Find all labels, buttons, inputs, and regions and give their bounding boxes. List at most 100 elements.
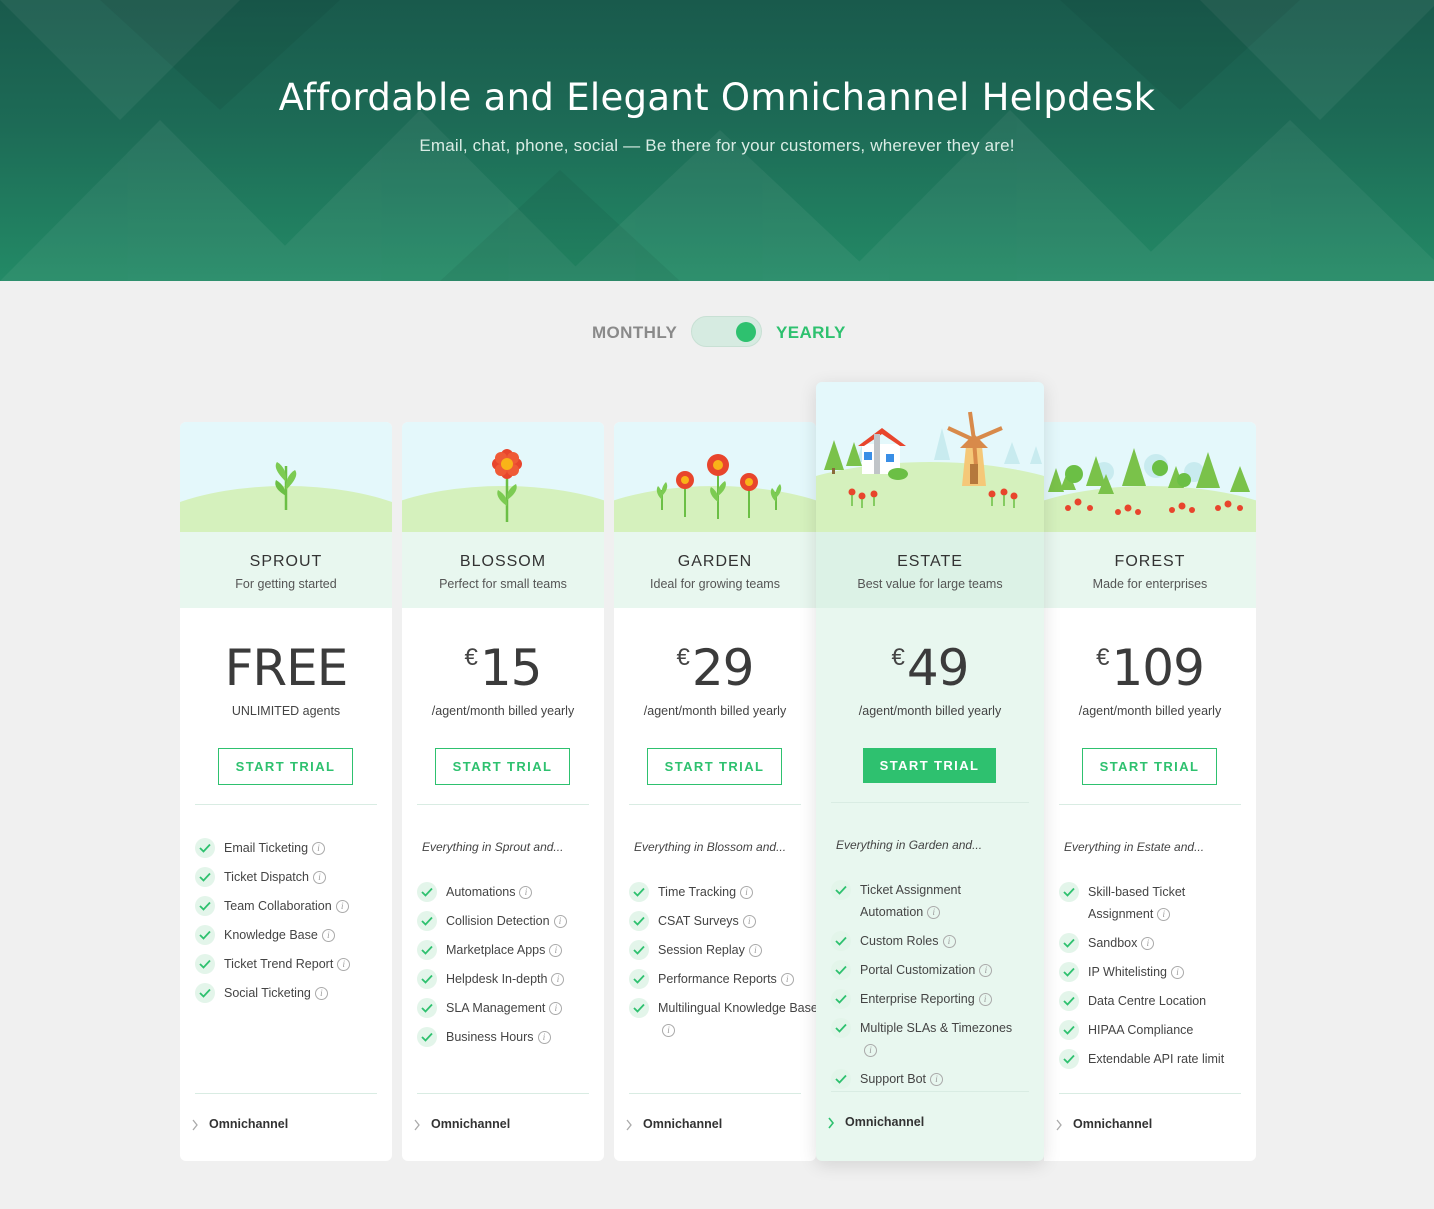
feature-label: Ticket Trend Report i [224, 953, 384, 975]
info-icon[interactable]: i [537, 1031, 551, 1045]
feature-label: Email Ticketing i [224, 837, 384, 859]
info-icon[interactable]: i [927, 906, 941, 920]
feature-item: HIPAA Compliance [1059, 1020, 1241, 1042]
plan-price: €109 [1044, 640, 1256, 696]
check-icon [831, 880, 851, 900]
feature-item: Helpdesk In-depth i [417, 969, 589, 991]
info-icon[interactable]: i [314, 987, 328, 1001]
info-icon[interactable]: i [662, 1024, 675, 1038]
info-icon[interactable]: i [1141, 937, 1155, 951]
divider [195, 804, 377, 805]
omnichannel-link[interactable]: Omnichannel [209, 1117, 288, 1131]
info-icon[interactable]: i [740, 886, 754, 900]
feature-label: Social Ticketing i [224, 982, 384, 1004]
feature-item: Enterprise Reporting i [831, 989, 1029, 1011]
plan-header: SPROUT For getting started [180, 532, 392, 608]
start-trial-button[interactable]: START TRIAL [863, 748, 996, 783]
plan-card-forest: FOREST Made for enterprises €109 /agent/… [1044, 422, 1256, 1161]
plan-card-estate: ESTATE Best value for large teams €49 /a… [816, 382, 1044, 1161]
info-icon[interactable]: i [1157, 908, 1171, 922]
plan-price: €15 [402, 640, 604, 696]
feature-item: CSAT Surveys i [629, 911, 801, 933]
info-icon[interactable]: i [337, 958, 351, 972]
info-icon[interactable]: i [1170, 966, 1184, 980]
plan-card-garden: GARDEN Ideal for growing teams €29 /agen… [614, 422, 816, 1161]
omnichannel-link[interactable]: Omnichannel [1073, 1117, 1152, 1131]
check-icon [195, 954, 215, 974]
info-icon[interactable]: i [553, 915, 567, 929]
info-icon[interactable]: i [549, 944, 563, 958]
feature-label: Data Centre Location [1088, 994, 1207, 1008]
plan-illustration [816, 382, 1044, 532]
feature-label: Knowledge Base i [224, 924, 384, 946]
feature-label: Ticket Dispatch i [224, 866, 384, 888]
info-icon[interactable]: i [321, 929, 335, 943]
check-icon [1059, 991, 1079, 1011]
info-icon[interactable]: i [549, 1002, 563, 1016]
billing-switch[interactable] [691, 316, 762, 347]
info-icon[interactable]: i [979, 964, 993, 978]
info-icon[interactable]: i [978, 993, 992, 1007]
feature-item: Automations i [417, 882, 589, 904]
info-icon[interactable]: i [312, 871, 326, 885]
omnichannel-link[interactable]: Omnichannel [845, 1115, 924, 1129]
plan-name: ESTATE [897, 553, 963, 570]
plan-illustration [1044, 422, 1256, 532]
feature-item: Email Ticketing i [195, 838, 377, 860]
check-icon [831, 960, 851, 980]
check-icon [1059, 882, 1079, 902]
divider [195, 1093, 377, 1094]
feature-label: Marketplace Apps i [446, 939, 604, 961]
feature-item: Ticket Assignment Automation i [831, 880, 1029, 924]
chevron-right-icon [1056, 1119, 1062, 1131]
feature-item: Multiple SLAs & Timezonesi [831, 1018, 1029, 1062]
plan-tagline: Ideal for growing teams [650, 577, 780, 591]
info-icon[interactable]: i [519, 886, 533, 900]
info-icon[interactable]: i [748, 944, 762, 958]
info-icon[interactable]: i [551, 973, 565, 987]
start-trial-button[interactable]: START TRIAL [647, 748, 782, 785]
divider [1059, 804, 1241, 805]
feature-item: Ticket Trend Report i [195, 954, 377, 976]
info-icon[interactable]: i [335, 900, 349, 914]
info-icon[interactable]: i [780, 973, 794, 987]
feature-label: Custom Roles i [860, 930, 1020, 952]
start-trial-button[interactable]: START TRIAL [1082, 748, 1217, 785]
plan-footer: Omnichannel [1044, 1116, 1256, 1136]
feature-item: Support Bot i [831, 1069, 1029, 1091]
plan-header: BLOSSOM Perfect for small teams [402, 532, 604, 608]
omnichannel-link[interactable]: Omnichannel [431, 1117, 510, 1131]
hero-banner: Affordable and Elegant Omnichannel Helpd… [0, 0, 1434, 281]
start-trial-button[interactable]: START TRIAL [435, 748, 570, 785]
start-trial-button[interactable]: START TRIAL [218, 748, 353, 785]
feature-item: Custom Roles i [831, 931, 1029, 953]
omnichannel-link[interactable]: Omnichannel [643, 1117, 722, 1131]
feature-item: Skill-based Ticket Assignment i [1059, 882, 1241, 926]
info-icon[interactable]: i [930, 1073, 944, 1087]
info-icon[interactable]: i [942, 935, 956, 949]
feature-item: Marketplace Apps i [417, 940, 589, 962]
plan-name: FOREST [1114, 553, 1186, 570]
yearly-label[interactable]: YEARLY [776, 323, 846, 343]
feature-label: HIPAA Compliance [1088, 1023, 1194, 1037]
price-unit: /agent/month billed yearly [1078, 704, 1222, 718]
feature-intro: Everything in Sprout and... [422, 840, 564, 854]
info-icon[interactable]: i [742, 915, 756, 929]
feature-item: Session Replay i [629, 940, 801, 962]
plan-tagline: Best value for large teams [857, 577, 1003, 591]
plan-footer: Omnichannel [402, 1116, 604, 1136]
plan-footer: Omnichannel [180, 1116, 392, 1136]
check-icon [417, 911, 437, 931]
feature-label: CSAT Surveys i [658, 910, 816, 932]
info-icon[interactable]: i [312, 842, 326, 856]
plan-header: FOREST Made for enterprises [1044, 532, 1256, 608]
info-icon[interactable]: i [864, 1044, 877, 1058]
price-unit: UNLIMITED agents [231, 704, 341, 718]
price-amount: 29 [691, 639, 755, 697]
chevron-right-icon [414, 1119, 420, 1131]
monthly-label[interactable]: MONTHLY [592, 323, 677, 343]
check-icon [195, 896, 215, 916]
feature-intro: Everything in Estate and... [1064, 840, 1205, 854]
plan-price: FREE [180, 640, 392, 696]
plan-name: GARDEN [677, 553, 753, 570]
